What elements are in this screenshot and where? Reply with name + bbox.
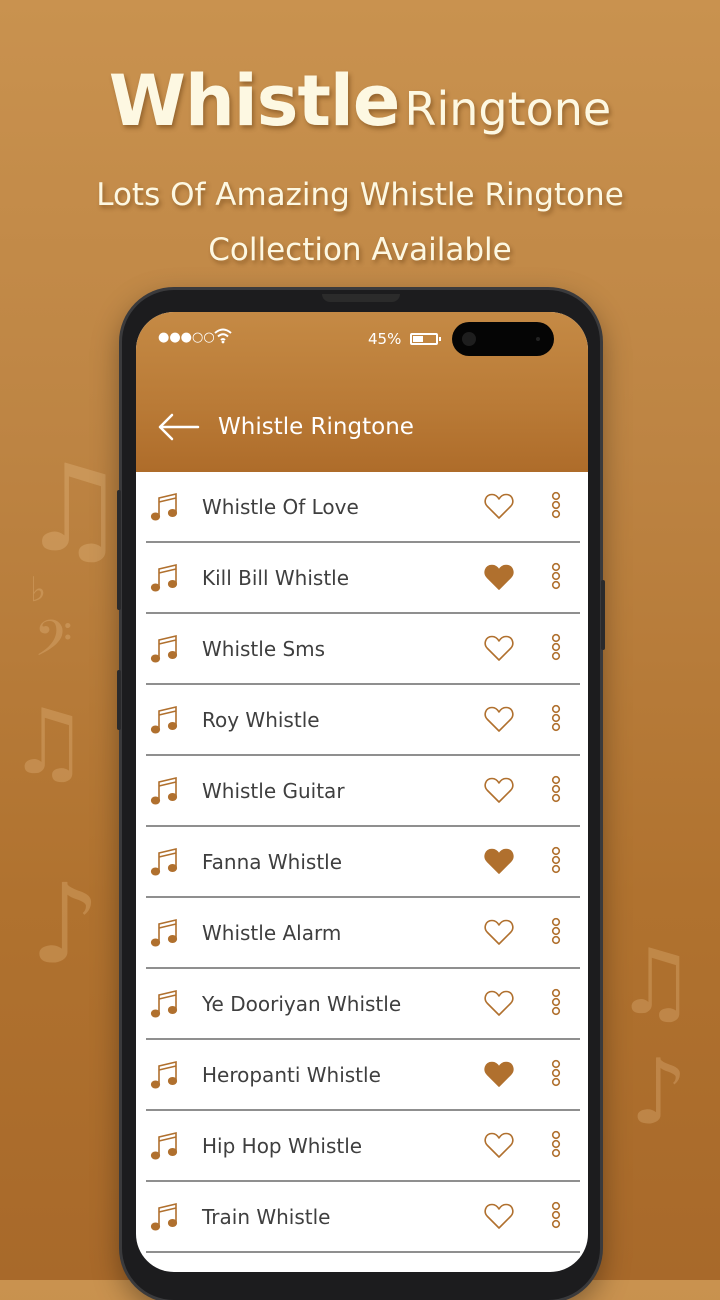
more-options-icon[interactable] [550,774,562,808]
music-note-icon [150,989,180,1023]
page-title: Whistle Ringtone [218,414,414,440]
music-note-icon [150,918,180,952]
heart-outline-icon[interactable] [484,492,514,524]
heart-outline-icon[interactable] [484,776,514,808]
background-music-note-icon: ♪ [630,1040,688,1145]
more-options-icon[interactable] [550,845,562,879]
ringtone-name: Roy Whistle [202,708,320,732]
ringtone-name: Whistle Alarm [202,921,342,945]
background-flat-icon: ♭ [30,570,47,610]
ringtone-list-item[interactable]: Kill Bill Whistle [146,543,580,614]
more-options-icon[interactable] [550,987,562,1021]
music-note-icon [150,705,180,739]
ringtone-name: Ye Dooriyan Whistle [202,992,402,1016]
more-options-icon[interactable] [550,632,562,666]
more-options-icon[interactable] [550,703,562,737]
ringtone-name: Whistle Guitar [202,779,345,803]
ringtone-list-item[interactable]: Roy Whistle [146,685,580,756]
more-options-icon[interactable] [550,1058,562,1092]
heart-outline-icon[interactable] [484,705,514,737]
more-options-icon[interactable] [550,916,562,950]
app-bar: ●●●○○ 45% Whistle Ringtone [136,312,588,472]
background-music-note-icon: ♫ [615,930,696,1035]
ringtone-name: Hip Hop Whistle [202,1134,363,1158]
ringtone-name: Whistle Of Love [202,495,359,519]
phone-side-button [601,580,605,650]
wifi-icon [214,328,232,348]
ringtone-list-item[interactable]: Whistle Of Love [146,472,580,543]
phone-speaker [322,294,400,302]
background-music-note-icon: ♫ [20,440,128,579]
phone-frame: ●●●○○ 45% Whistle Ringtone Whistle Of Lo… [117,290,605,1300]
music-note-icon [150,1060,180,1094]
phone-side-button [117,490,121,610]
ringtone-name: Kill Bill Whistle [202,566,350,590]
heart-filled-icon[interactable] [484,1060,514,1092]
heart-outline-icon[interactable] [484,1131,514,1163]
ringtone-list-item[interactable]: Train Whistle [146,1182,580,1253]
promo-title-bold: Whistle [108,60,401,142]
ringtone-list-item[interactable]: Heropanti Whistle [146,1040,580,1111]
music-note-icon [150,634,180,668]
heart-filled-icon[interactable] [484,847,514,879]
ringtone-name: Whistle Sms [202,637,326,661]
more-options-icon[interactable] [550,490,562,524]
battery-icon [410,333,441,345]
ringtone-list-item[interactable]: Hip Hop Whistle [146,1111,580,1182]
music-note-icon [150,1202,180,1236]
battery-percentage: 45% [368,330,402,348]
background-bass-clef-icon: 𝄢 [34,610,73,680]
ringtone-list: Whistle Of Love Kill Bill Whistle Whistl… [146,472,580,1253]
background-music-note-icon: ♫ [8,690,89,795]
music-note-icon [150,492,180,526]
ringtone-name: Fanna Whistle [202,850,343,874]
more-options-icon[interactable] [550,1129,562,1163]
ringtone-list-item[interactable]: Whistle Alarm [146,898,580,969]
promo-subtitle-line1: Lots Of Amazing Whistle Ringtone [96,177,624,213]
music-note-icon [150,563,180,597]
music-note-icon [150,847,180,881]
promo-subtitle-line2: Collection Available [208,232,512,268]
signal-strength-icon: ●●●○○ [158,330,215,345]
heart-filled-icon[interactable] [484,563,514,595]
more-options-icon[interactable] [550,561,562,595]
more-options-icon[interactable] [550,1200,562,1234]
background-music-note-icon: ♪ [30,860,101,988]
back-arrow-icon[interactable] [156,412,200,446]
phone-screen: ●●●○○ 45% Whistle Ringtone Whistle Of Lo… [136,312,588,1272]
music-note-icon [150,776,180,810]
ringtone-name: Train Whistle [202,1205,331,1229]
ringtone-list-item[interactable]: Whistle Sms [146,614,580,685]
phone-side-button [117,670,121,730]
promo-subtitle: Lots Of Amazing Whistle Ringtone Collect… [0,168,720,278]
heart-outline-icon[interactable] [484,634,514,666]
music-note-icon [150,1131,180,1165]
ringtone-list-item[interactable]: Fanna Whistle [146,827,580,898]
front-camera [452,322,554,356]
promo-title-light: Ringtone [404,82,612,136]
heart-outline-icon[interactable] [484,918,514,950]
promo-title: Whistle Ringtone [0,60,720,142]
ringtone-list-item[interactable]: Whistle Guitar [146,756,580,827]
ringtone-name: Heropanti Whistle [202,1063,381,1087]
heart-outline-icon[interactable] [484,1202,514,1234]
ringtone-list-item[interactable]: Ye Dooriyan Whistle [146,969,580,1040]
heart-outline-icon[interactable] [484,989,514,1021]
